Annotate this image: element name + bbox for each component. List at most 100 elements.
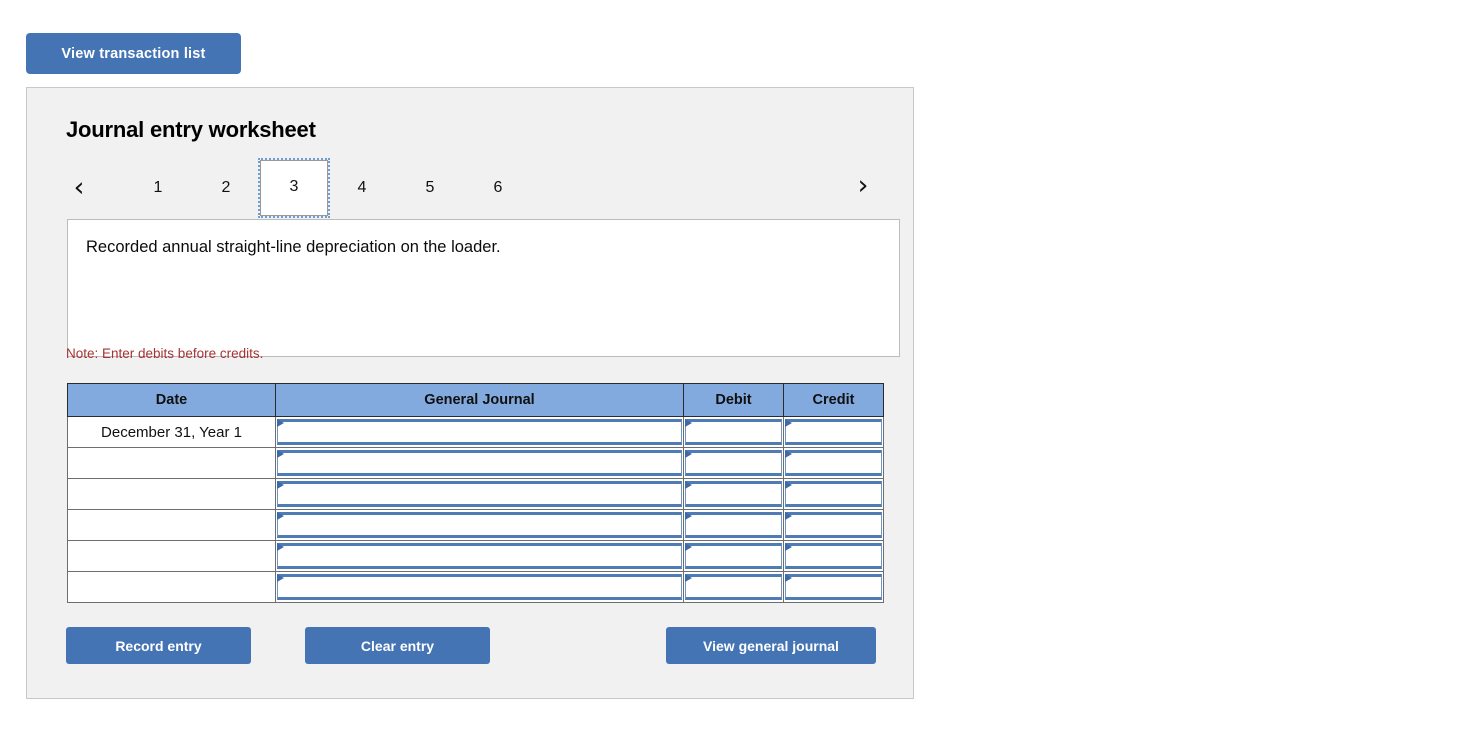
- general-journal-field-wrapper: [277, 512, 682, 538]
- cell-general-journal: [275, 416, 684, 448]
- worksheet-tab-3[interactable]: 3: [258, 158, 330, 218]
- dropdown-triangle-icon: [685, 574, 692, 582]
- cell-credit: [783, 478, 884, 510]
- cell-debit: [683, 478, 784, 510]
- cell-date: [67, 571, 276, 603]
- debit-input-row-2[interactable]: [694, 453, 779, 473]
- column-header-general-journal: General Journal: [275, 383, 684, 417]
- cell-general-journal: [275, 540, 684, 572]
- debit-input-row-1[interactable]: [694, 422, 779, 442]
- cell-debit: [683, 540, 784, 572]
- credit-input-row-3[interactable]: [794, 484, 879, 504]
- cell-date: [67, 509, 276, 541]
- debit-input-row-6[interactable]: [694, 577, 779, 597]
- general-journal-field-wrapper: [277, 481, 682, 507]
- cell-credit: [783, 509, 884, 541]
- debit-field-wrapper: [685, 574, 782, 600]
- dropdown-triangle-icon: [277, 512, 284, 520]
- table-header-row: Date General Journal Debit Credit: [67, 383, 884, 417]
- general-journal-input-row-3[interactable]: [286, 484, 679, 504]
- table-row: [67, 478, 884, 510]
- cell-date: December 31, Year 1: [67, 416, 276, 448]
- debits-before-credits-note: Note: Enter debits before credits.: [66, 346, 264, 361]
- credit-input-row-1[interactable]: [794, 422, 879, 442]
- cell-credit: [783, 447, 884, 479]
- debit-field-wrapper: [685, 543, 782, 569]
- dropdown-triangle-icon: [277, 481, 284, 489]
- cell-general-journal: [275, 478, 684, 510]
- column-header-debit: Debit: [683, 383, 784, 417]
- debit-input-row-3[interactable]: [694, 484, 779, 504]
- general-journal-input-row-1[interactable]: [286, 422, 679, 442]
- dropdown-triangle-icon: [685, 481, 692, 489]
- worksheet-tab-1[interactable]: 1: [124, 170, 192, 206]
- debit-input-row-4[interactable]: [694, 515, 779, 535]
- worksheet-tab-6[interactable]: 6: [464, 170, 532, 206]
- table-row: December 31, Year 1: [67, 416, 884, 448]
- cell-credit: [783, 540, 884, 572]
- cell-date: [67, 447, 276, 479]
- credit-input-row-5[interactable]: [794, 546, 879, 566]
- cell-general-journal: [275, 571, 684, 603]
- cell-general-journal: [275, 509, 684, 541]
- dropdown-triangle-icon: [785, 481, 792, 489]
- general-journal-input-row-5[interactable]: [286, 546, 679, 566]
- credit-input-row-6[interactable]: [794, 577, 879, 597]
- dropdown-triangle-icon: [785, 574, 792, 582]
- dropdown-triangle-icon: [685, 450, 692, 458]
- cell-credit: [783, 571, 884, 603]
- transaction-description: Recorded annual straight-line depreciati…: [67, 219, 900, 357]
- column-header-credit: Credit: [783, 383, 884, 417]
- general-journal-input-row-4[interactable]: [286, 515, 679, 535]
- view-general-journal-button[interactable]: View general journal: [666, 627, 876, 664]
- dropdown-triangle-icon: [685, 543, 692, 551]
- chevron-right-icon[interactable]: ›: [850, 172, 876, 202]
- debit-field-wrapper: [685, 450, 782, 476]
- worksheet-tab-4[interactable]: 4: [328, 170, 396, 206]
- dropdown-triangle-icon: [785, 450, 792, 458]
- debit-field-wrapper: [685, 481, 782, 507]
- worksheet-tab-2[interactable]: 2: [192, 170, 260, 206]
- dropdown-triangle-icon: [785, 512, 792, 520]
- dropdown-triangle-icon: [685, 512, 692, 520]
- cell-debit: [683, 447, 784, 479]
- page-title: Journal entry worksheet: [66, 117, 316, 142]
- dropdown-triangle-icon: [785, 419, 792, 427]
- cell-credit: [783, 416, 884, 448]
- general-journal-field-wrapper: [277, 543, 682, 569]
- credit-field-wrapper: [785, 574, 882, 600]
- column-header-date: Date: [67, 383, 276, 417]
- general-journal-input-row-2[interactable]: [286, 453, 679, 473]
- credit-field-wrapper: [785, 512, 882, 538]
- debit-field-wrapper: [685, 419, 782, 445]
- clear-entry-button[interactable]: Clear entry: [305, 627, 490, 664]
- journal-entry-worksheet-panel: Journal entry worksheet ‹ 123456 › Recor…: [26, 87, 914, 699]
- worksheet-tab-5[interactable]: 5: [396, 170, 464, 206]
- chevron-left-icon[interactable]: ‹: [66, 174, 92, 204]
- dropdown-triangle-icon: [277, 419, 284, 427]
- credit-field-wrapper: [785, 481, 882, 507]
- debit-field-wrapper: [685, 512, 782, 538]
- credit-field-wrapper: [785, 543, 882, 569]
- dropdown-triangle-icon: [277, 543, 284, 551]
- general-journal-input-row-6[interactable]: [286, 577, 679, 597]
- cell-debit: [683, 416, 784, 448]
- debit-input-row-5[interactable]: [694, 546, 779, 566]
- table-row: [67, 540, 884, 572]
- table-row: [67, 447, 884, 479]
- view-transaction-list-button[interactable]: View transaction list: [26, 33, 241, 74]
- cell-general-journal: [275, 447, 684, 479]
- table-row: [67, 509, 884, 541]
- dropdown-triangle-icon: [277, 574, 284, 582]
- dropdown-triangle-icon: [785, 543, 792, 551]
- credit-input-row-4[interactable]: [794, 515, 879, 535]
- cell-date: [67, 540, 276, 572]
- table-row: [67, 571, 884, 603]
- credit-field-wrapper: [785, 450, 882, 476]
- cell-date: [67, 478, 276, 510]
- credit-input-row-2[interactable]: [794, 453, 879, 473]
- worksheet-tab-navigation: ‹ 123456 ›: [66, 158, 876, 218]
- cell-debit: [683, 509, 784, 541]
- record-entry-button[interactable]: Record entry: [66, 627, 251, 664]
- dropdown-triangle-icon: [277, 450, 284, 458]
